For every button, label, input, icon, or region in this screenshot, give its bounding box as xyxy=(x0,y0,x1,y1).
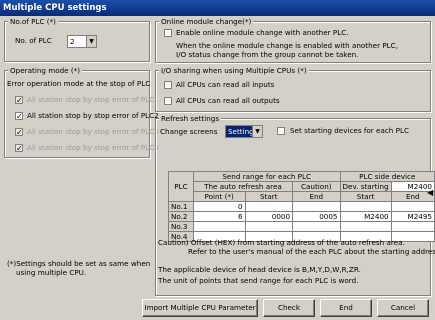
chevron-down-icon[interactable]: ▼ xyxy=(252,126,262,137)
end-cell xyxy=(292,201,341,212)
header-plc: PLC xyxy=(168,171,194,202)
refresh-table: PLC Send range for each PLC PLC side dev… xyxy=(168,171,435,242)
cancel-button[interactable]: Cancel xyxy=(377,299,429,317)
refresh-settings-legend: Refresh settings xyxy=(159,114,222,123)
start-cell: 0000 xyxy=(244,211,294,222)
plc3-stop-checkbox: ✓ xyxy=(15,128,23,137)
online-change-note-2: I/O status change from the group cannot … xyxy=(176,50,359,59)
table-row: No.1 0 xyxy=(168,201,435,212)
enable-online-change-checkbox[interactable] xyxy=(164,29,172,37)
plc2-stop-label[interactable]: All station stop by stop error of PLC2 xyxy=(27,111,159,121)
start-cell xyxy=(244,201,294,212)
no-of-plc-legend: No.of PLC (*) xyxy=(8,17,58,26)
read-all-inputs-label[interactable]: All CPUs can read all inputs xyxy=(176,80,274,90)
plc1-stop-checkbox: ✓ xyxy=(15,96,23,105)
chevron-down-icon[interactable]: ▼ xyxy=(86,36,96,47)
dev-end-cell xyxy=(390,201,435,212)
change-screens-select[interactable]: Setting 1 ▼ xyxy=(225,125,263,138)
import-parameter-button[interactable]: Import Multiple CPU Parameter xyxy=(142,299,258,317)
plc3-stop-label: All station stop by stop error of PLC3 xyxy=(27,127,159,136)
set-starting-devices-checkbox[interactable] xyxy=(277,127,285,135)
header-end: End xyxy=(292,191,341,202)
no-of-plc-label: No. of PLC xyxy=(15,36,52,45)
change-screens-label: Change screens xyxy=(160,127,218,136)
read-all-outputs-label[interactable]: All CPUs can read all outputs xyxy=(176,96,280,106)
online-change-group: Online module change(*) Enable online mo… xyxy=(155,17,431,63)
table-row: No.3 xyxy=(168,221,435,232)
read-all-inputs-checkbox[interactable] xyxy=(164,81,172,89)
start-cell xyxy=(244,221,294,232)
plc1-stop-label: All station stop by stop error of PLC1 xyxy=(27,95,159,104)
io-sharing-group: I/O sharing when using Multiple CPUs (*)… xyxy=(155,66,431,112)
set-starting-devices-label[interactable]: Set starting devices for each PLC xyxy=(290,126,409,136)
dev-start-cell: M2400 xyxy=(339,211,392,222)
io-sharing-legend: I/O sharing when using Multiple CPUs (*) xyxy=(159,66,309,75)
dev-end-cell xyxy=(390,221,435,232)
no-of-plc-select[interactable]: 2 ▼ xyxy=(67,35,97,48)
window-title: Multiple CPU settings xyxy=(0,0,435,16)
header-plc-side: PLC side device xyxy=(339,171,435,182)
error-operation-caption: Error operation mode at the stop of PLC xyxy=(7,79,151,88)
end-cell: 0005 xyxy=(292,211,341,222)
check-button[interactable]: Check xyxy=(263,299,315,317)
unit-points-note: The unit of points that send range for e… xyxy=(158,276,359,285)
header-dev-starting: Dev. starting xyxy=(339,181,392,192)
caution-line-2: Refer to the user's manual of the each P… xyxy=(188,247,435,256)
header-caution: Caution) xyxy=(292,181,341,192)
plc2-stop-checkbox[interactable]: ✓ xyxy=(15,112,23,121)
row-plc-label: No.3 xyxy=(168,221,194,232)
point-input[interactable]: 0 xyxy=(192,201,246,212)
point-input[interactable]: 6 xyxy=(192,211,246,222)
header-dev-start: Start xyxy=(339,191,392,202)
dev-start-cell xyxy=(339,221,392,232)
header-point: Point (*) xyxy=(192,191,246,202)
row-plc-label: No.2 xyxy=(168,211,194,222)
applicable-device-note: The applicable device of head device is … xyxy=(158,265,361,274)
end-button[interactable]: End xyxy=(320,299,372,317)
plc4-stop-checkbox: ✓ xyxy=(15,144,23,153)
operating-mode-group: Operating mode (*) Error operation mode … xyxy=(4,66,159,158)
no-of-plc-value: 2 xyxy=(70,37,75,46)
settings-footnote-2: using multiple CPU. xyxy=(16,268,87,277)
plc4-stop-label: All station stop by stop error of PLC4 xyxy=(27,143,159,152)
table-row: No.2 6 0000 0005 M2400 M2495 xyxy=(168,211,435,222)
dev-end-cell: M2495 xyxy=(390,211,435,222)
read-all-outputs-checkbox[interactable] xyxy=(164,97,172,105)
point-input[interactable] xyxy=(192,221,246,232)
header-start: Start xyxy=(244,191,294,202)
no-of-plc-group: No.of PLC (*) No. of PLC 2 ▼ xyxy=(4,17,150,62)
enable-online-change-label[interactable]: Enable online module change with another… xyxy=(176,28,349,38)
arrow-right-icon: ◀ xyxy=(427,188,434,197)
header-auto-refresh: The auto refresh area xyxy=(192,181,294,192)
end-cell xyxy=(292,221,341,232)
online-change-legend: Online module change(*) xyxy=(159,17,254,26)
header-send-range: Send range for each PLC xyxy=(192,171,341,182)
row-plc-label: No.1 xyxy=(168,201,194,212)
operating-mode-legend: Operating mode (*) xyxy=(8,66,83,75)
header-auto-refresh-text: The auto refresh area xyxy=(204,182,282,191)
dev-start-cell xyxy=(339,201,392,212)
